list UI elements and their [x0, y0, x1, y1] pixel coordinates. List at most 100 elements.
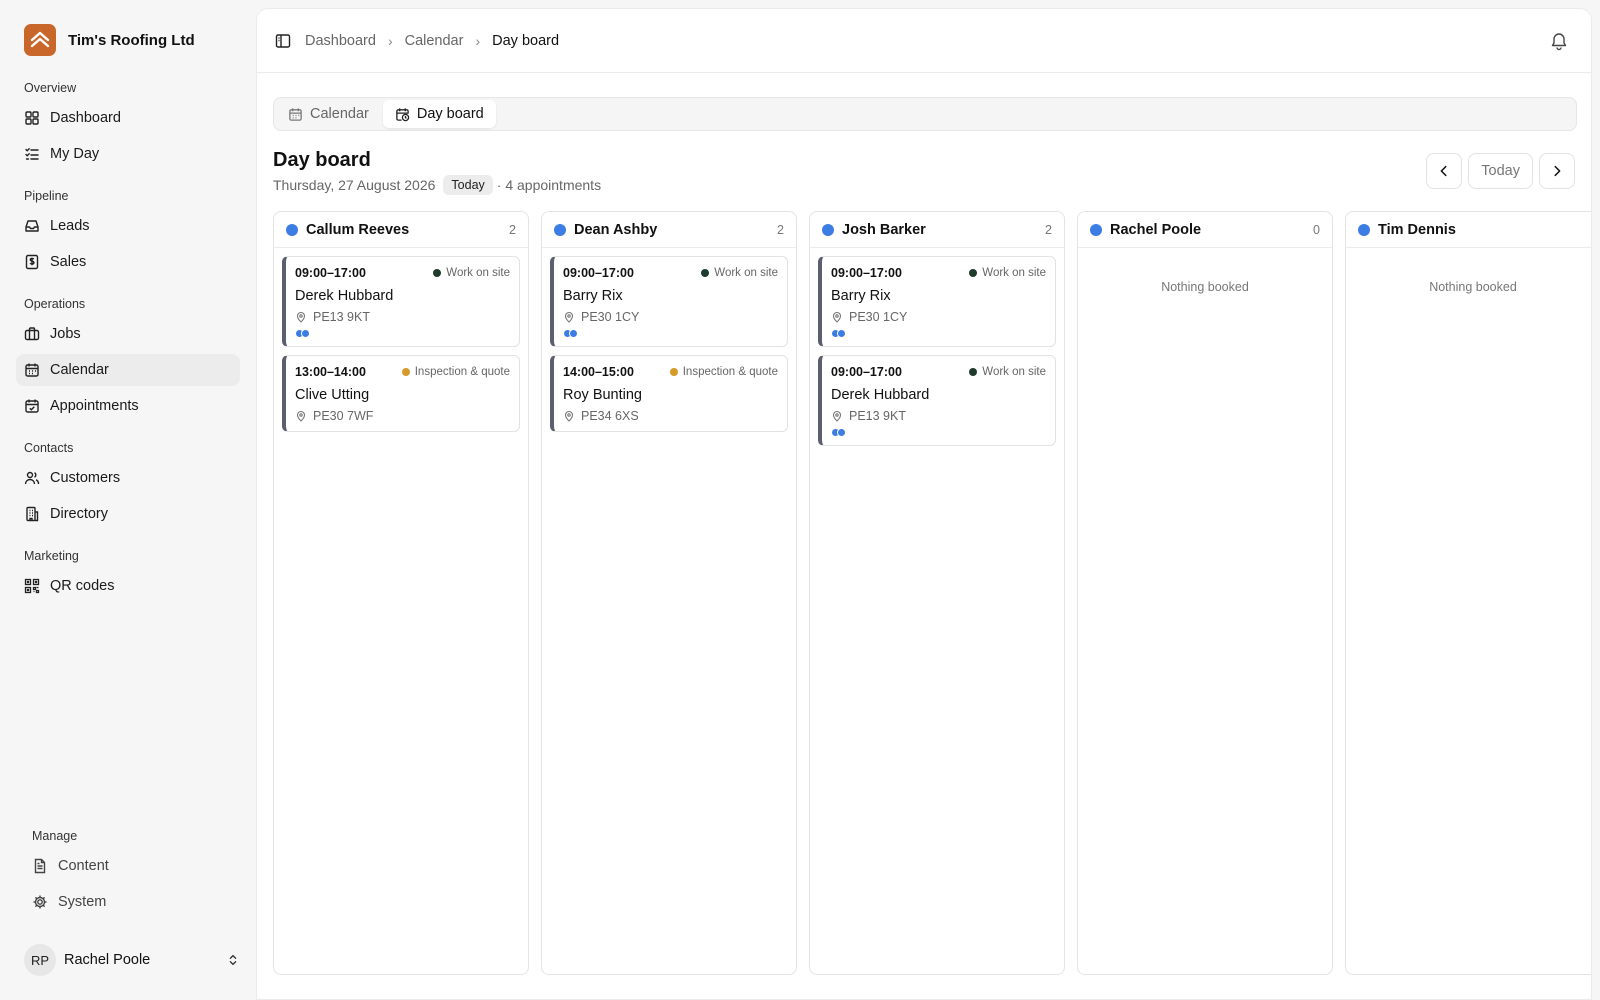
customer-name: Derek Hubbard: [295, 288, 394, 304]
sidebar-item-directory[interactable]: Directory: [16, 498, 240, 530]
inbox-icon: [25, 220, 39, 232]
staff-color-dot: [554, 223, 566, 236]
bell-icon[interactable]: [1549, 31, 1569, 51]
user-menu[interactable]: RP Rachel Poole: [24, 944, 240, 976]
appointment-count: 2: [1045, 222, 1052, 237]
gear-icon: [33, 895, 47, 909]
breadcrumb-current: Day board: [492, 32, 560, 49]
user-name: Rachel Poole: [64, 952, 151, 968]
staff-column: Tim Dennis Nothing booked: [1345, 211, 1591, 975]
tab-calendar[interactable]: Calendar: [276, 100, 381, 128]
appointments-count: · 4 appointments: [496, 177, 602, 193]
map-pin-icon: [296, 410, 306, 422]
appointment-count: 0: [1313, 222, 1320, 237]
postcode: PE30 1CY: [581, 310, 640, 324]
appointment-time: 09:00–17:00: [831, 266, 902, 280]
sidebar-manage: Manage Content System: [24, 826, 240, 922]
sidebar-item-label: Customers: [50, 470, 121, 486]
assignee-avatars: [831, 329, 1046, 338]
brand[interactable]: Tim's Roofing Ltd: [24, 24, 195, 56]
staff-column: Rachel Poole 0 Nothing booked: [1077, 211, 1333, 975]
sidebar-nav: Overview Dashboard My Day Pipeline Leads…: [16, 78, 240, 606]
sidebar-item-sales[interactable]: Sales: [16, 246, 240, 278]
appointment-type-label: Work on site: [982, 366, 1046, 378]
appointment-card[interactable]: 13:00–14:00 Inspection & quote Clive Uttin…: [282, 355, 520, 432]
column-body: 09:00–17:00 Work on site Barry Rix PE30 1CY…: [810, 248, 1064, 454]
postcode: PE13 9KT: [313, 310, 370, 324]
empty-state: Nothing booked: [1429, 280, 1517, 294]
appointment-card[interactable]: 14:00–15:00 Inspection & quote Roy Bunting…: [550, 355, 788, 432]
appointment-card[interactable]: 09:00–17:00 Work on site Derek Hubbard PE13…: [282, 256, 520, 347]
sidebar-item-customers[interactable]: Customers: [16, 462, 240, 494]
calendar-icon: [25, 363, 39, 377]
users-icon: [24, 471, 40, 485]
assignee-avatars: [563, 329, 778, 338]
sidebar-item-calendar[interactable]: Calendar: [16, 354, 240, 386]
sidebar-item-label: Jobs: [50, 326, 81, 342]
appointment-type: Work on site: [433, 267, 510, 279]
staff-name: Josh Barker: [842, 221, 926, 238]
column-header: Rachel Poole 0: [1078, 212, 1332, 248]
appointment-location: PE13 9KT: [295, 310, 510, 324]
day-board: Callum Reeves 2 09:00–17:00 Work on site Der…: [273, 211, 1591, 975]
building-icon: [26, 506, 39, 522]
chevron-right-icon: ›: [387, 32, 393, 49]
map-pin-icon: [832, 410, 842, 422]
appointment-time: 09:00–17:00: [563, 266, 634, 280]
brand-name: Tim's Roofing Ltd: [68, 31, 195, 49]
appointment-time: 13:00–14:00: [295, 365, 366, 379]
view-tabs: Calendar Day board: [273, 97, 1577, 131]
customer-name: Clive Utting: [295, 387, 370, 403]
appointment-location: PE30 1CY: [563, 310, 778, 324]
assignee-avatars: [295, 329, 510, 338]
postcode: PE30 7WF: [313, 409, 374, 423]
appointment-card[interactable]: 09:00–17:00 Work on site Barry Rix PE30 1CY: [818, 256, 1056, 347]
appointment-card[interactable]: 09:00–17:00 Work on site Derek Hubbard PE13…: [818, 355, 1056, 446]
sidebar-item-label: Appointments: [50, 398, 139, 414]
assignee-dot: [837, 329, 846, 338]
next-day-button[interactable]: [1539, 153, 1575, 189]
assignee-dot: [569, 329, 578, 338]
main-panel: Dashboard › Calendar › Day board Calenda…: [256, 8, 1592, 1000]
sidebar-item-qr-codes[interactable]: QR codes: [16, 570, 240, 602]
column-body: Nothing booked: [1078, 248, 1332, 302]
customer-name: Derek Hubbard: [831, 387, 930, 403]
nav-section-manage: Manage: [32, 829, 78, 843]
type-status-dot: [701, 269, 710, 277]
appointment-type: Work on site: [969, 366, 1046, 378]
grid-icon: [25, 111, 39, 125]
page-subtitle: Thursday, 27 August 2026 Today · 4 appoi…: [273, 175, 601, 195]
appointment-count: 2: [509, 222, 516, 237]
nav-section-operations: Operations: [24, 297, 86, 311]
staff-column: Josh Barker 2 09:00–17:00 Work on site Barry…: [809, 211, 1065, 975]
appointment-type-label: Inspection & quote: [414, 366, 510, 378]
date-navigation: Today: [1426, 153, 1575, 189]
appointment-type: Work on site: [969, 267, 1046, 279]
postcode: PE34 6XS: [581, 409, 639, 423]
sidebar-item-leads[interactable]: Leads: [16, 210, 240, 242]
previous-day-button[interactable]: [1426, 153, 1463, 189]
sidebar-item-dashboard[interactable]: Dashboard: [16, 102, 240, 134]
sidebar-toggle-icon[interactable]: [275, 33, 291, 49]
calendar-check-icon: [25, 399, 39, 413]
column-header: Tim Dennis: [1346, 212, 1591, 248]
sidebar-item-content[interactable]: Content: [24, 850, 240, 882]
staff-color-dot: [1358, 223, 1370, 236]
appointment-time: 09:00–17:00: [831, 365, 902, 379]
nav-section-contacts: Contacts: [24, 441, 74, 455]
sidebar-item-my-day[interactable]: My Day: [16, 138, 240, 170]
today-button[interactable]: Today: [1468, 153, 1533, 189]
appointment-card[interactable]: 09:00–17:00 Work on site Barry Rix PE30 1CY: [550, 256, 788, 347]
breadcrumb-calendar[interactable]: Calendar: [405, 33, 464, 49]
type-status-dot: [401, 368, 410, 376]
postcode: PE30 1CY: [849, 310, 908, 324]
sidebar-item-label: Sales: [50, 254, 87, 270]
tab-day-board[interactable]: Day board: [382, 100, 496, 128]
sidebar-item-system[interactable]: System: [24, 886, 240, 918]
appointment-type: Work on site: [701, 267, 778, 279]
sidebar-item-appointments[interactable]: Appointments: [16, 390, 240, 422]
staff-column: Dean Ashby 2 09:00–17:00 Work on site Barry …: [541, 211, 797, 975]
breadcrumb-dashboard[interactable]: Dashboard: [305, 33, 376, 49]
appointment-type: Inspection & quote: [401, 366, 510, 378]
sidebar-item-jobs[interactable]: Jobs: [16, 318, 240, 350]
